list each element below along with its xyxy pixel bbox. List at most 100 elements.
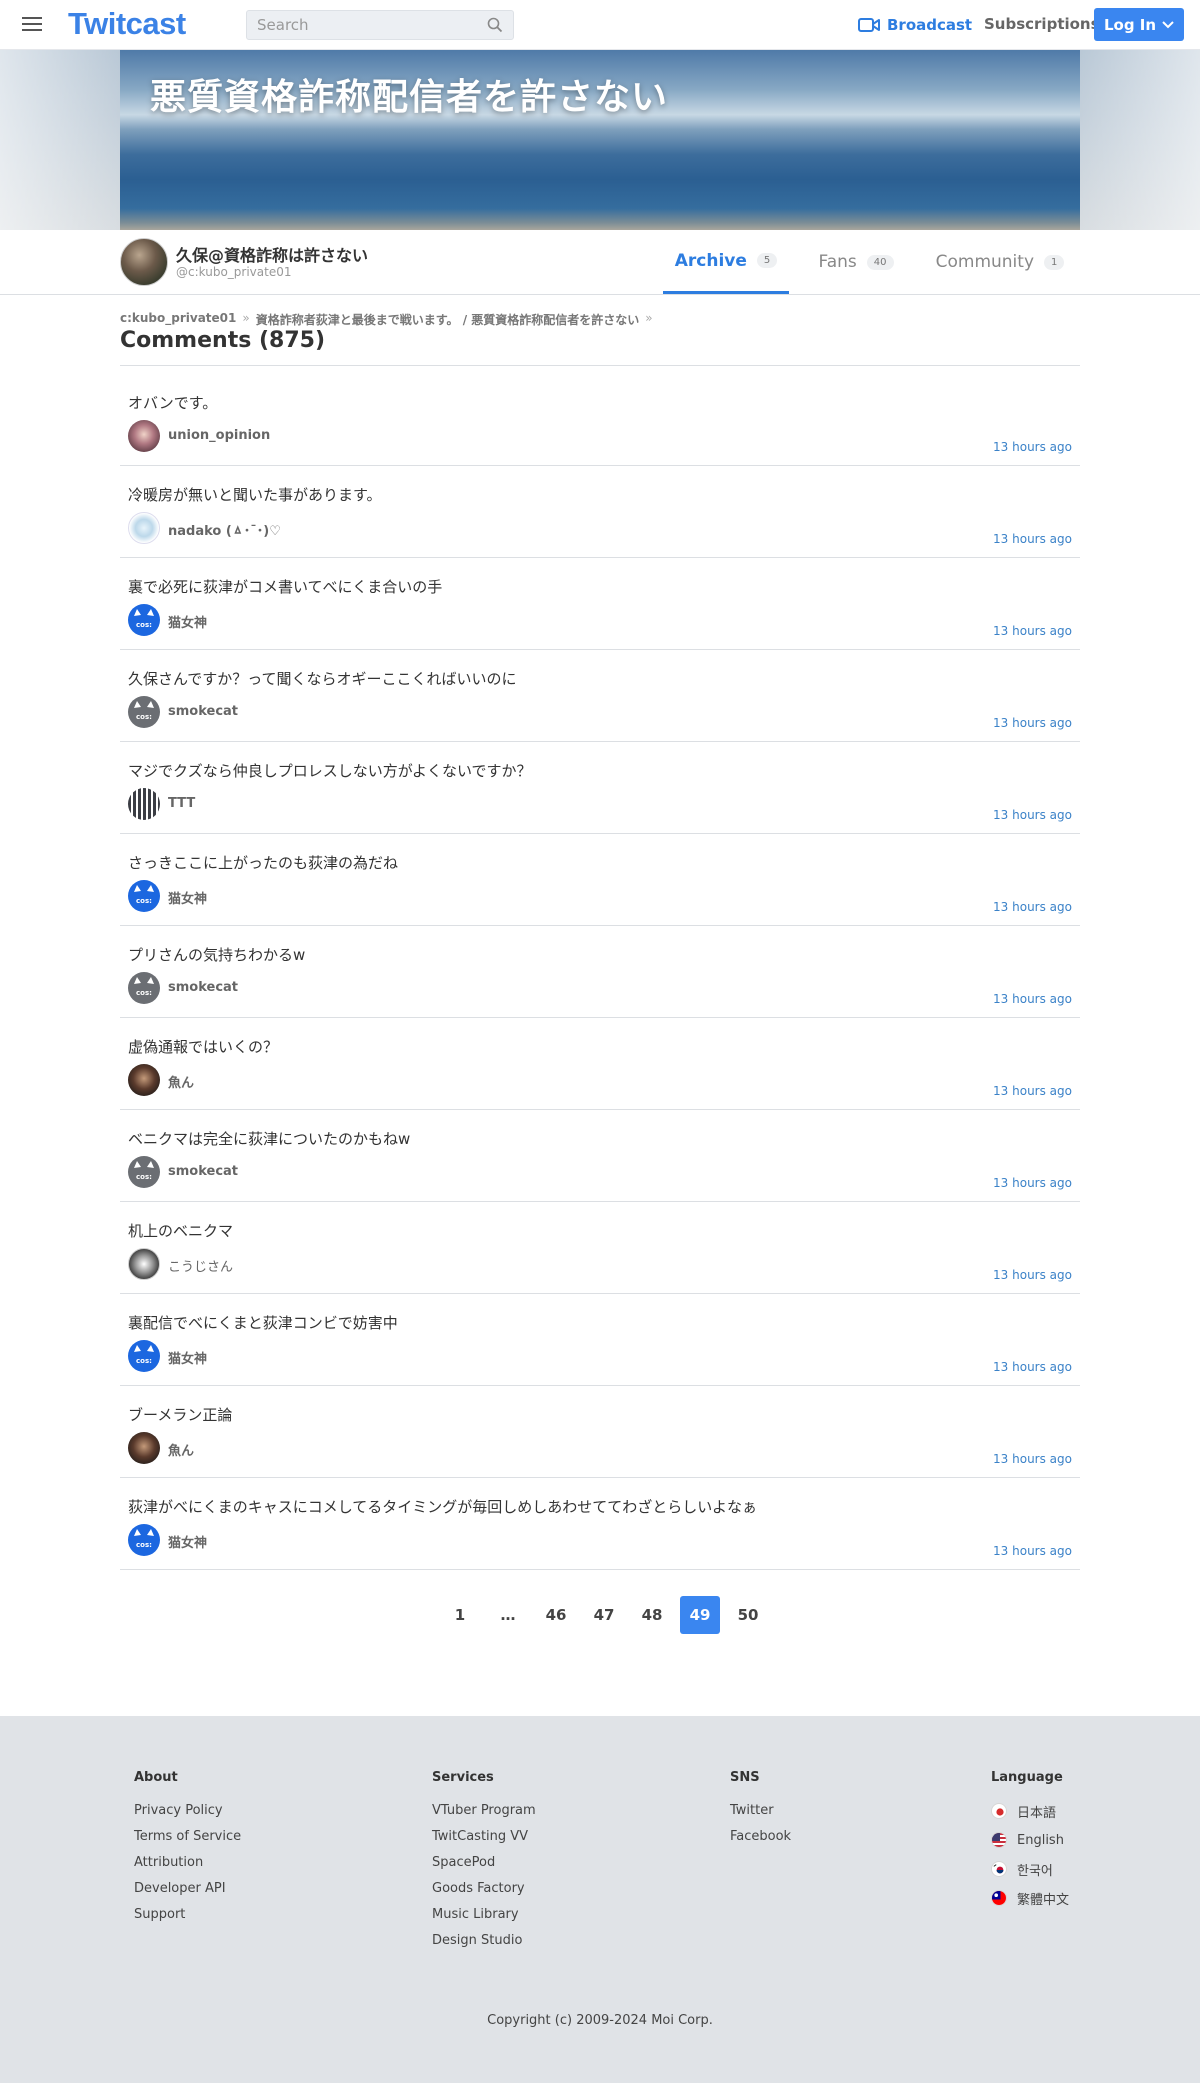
- breadcrumb-movie-link[interactable]: 資格詐称者荻津と最後まで戦います。 / 悪質資格詐称配信者を許さない: [256, 311, 640, 328]
- search-input[interactable]: [247, 11, 477, 39]
- commenter-name[interactable]: smokecat: [168, 1164, 238, 1179]
- search-icon[interactable]: [487, 17, 503, 33]
- page-ellipsis: …: [500, 1606, 516, 1624]
- comment-text: さっきここに上がったのも荻津の為だね: [128, 854, 399, 872]
- commenter-name[interactable]: 猫女神: [168, 612, 207, 631]
- language-label: 日本語: [1017, 1805, 1057, 1821]
- page-link-current[interactable]: 49: [680, 1596, 720, 1634]
- footer-link-twitter[interactable]: Twitter: [730, 1803, 791, 1819]
- avatar-badge: cos:: [136, 713, 152, 721]
- comment-text: 冷暖房が無いと聞いた事があります。: [128, 486, 382, 504]
- comment-item: 裏で必死に荻津がコメ書いてべにくま合いの手 cos: 猫女神 13 hours …: [120, 558, 1080, 650]
- footer-link[interactable]: Attribution: [134, 1855, 241, 1871]
- page-link[interactable]: 46: [536, 1596, 576, 1634]
- hamburger-menu-icon[interactable]: [20, 13, 44, 37]
- commenter-name[interactable]: nadako (ㅿ･¯･)♡: [168, 520, 281, 539]
- footer-link[interactable]: Goods Factory: [432, 1881, 536, 1897]
- commenter-name[interactable]: 猫女神: [168, 1532, 207, 1551]
- page-link[interactable]: 1: [440, 1596, 480, 1634]
- commenter-avatar[interactable]: cos:: [128, 604, 160, 636]
- footer-link[interactable]: Music Library: [432, 1907, 536, 1923]
- comment-timestamp[interactable]: 13 hours ago: [993, 992, 1072, 1006]
- footer: About Privacy Policy Terms of Service At…: [0, 1716, 1200, 2083]
- commenter-avatar[interactable]: cos:: [128, 1156, 160, 1188]
- breadcrumb-user-link[interactable]: c:kubo_private01: [120, 311, 236, 328]
- comment-timestamp[interactable]: 13 hours ago: [993, 440, 1072, 454]
- page-link[interactable]: 47: [584, 1596, 624, 1634]
- divider: [120, 365, 1080, 366]
- commenter-name[interactable]: smokecat: [168, 704, 238, 719]
- twitcast-logo[interactable]: Twitcast: [68, 6, 186, 42]
- profile-name[interactable]: 久保@資格詐称は許さない: [176, 242, 368, 266]
- commenter-avatar[interactable]: [128, 1432, 160, 1464]
- commenter-avatar[interactable]: cos:: [128, 1340, 160, 1372]
- cat-face-icon: [134, 1345, 154, 1352]
- language-option-ja[interactable]: 日本語: [991, 1803, 1069, 1821]
- comment-timestamp[interactable]: 13 hours ago: [993, 624, 1072, 638]
- footer-link[interactable]: Developer API: [134, 1881, 241, 1897]
- footer-link[interactable]: Privacy Policy: [134, 1803, 241, 1819]
- footer-link-facebook[interactable]: Facebook: [730, 1829, 791, 1845]
- commenter-avatar[interactable]: cos:: [128, 1524, 160, 1556]
- footer-link[interactable]: Terms of Service: [134, 1829, 241, 1845]
- cat-face-icon: [134, 701, 154, 708]
- footer-link[interactable]: VTuber Program: [432, 1803, 536, 1819]
- footer-link[interactable]: TwitCasting VV: [432, 1829, 536, 1845]
- comment-timestamp[interactable]: 13 hours ago: [993, 1360, 1072, 1374]
- comment-timestamp[interactable]: 13 hours ago: [993, 1268, 1072, 1282]
- language-option-zh-tw[interactable]: 繁體中文: [991, 1890, 1070, 1908]
- comment-text: プリさんの気持ちわかるw: [128, 946, 306, 964]
- comment-timestamp[interactable]: 13 hours ago: [993, 1544, 1072, 1558]
- comment-text: 久保さんですか？って聞くならオギーここくればいいのに: [128, 670, 517, 688]
- page-link[interactable]: 48: [632, 1596, 672, 1634]
- broadcast-button[interactable]: Broadcast: [858, 13, 972, 37]
- footer-link[interactable]: SpacePod: [432, 1855, 536, 1871]
- cat-face-icon: [134, 977, 154, 984]
- commenter-avatar[interactable]: cos:: [128, 972, 160, 1004]
- login-label: Log In: [1103, 15, 1157, 34]
- commenter-avatar[interactable]: [128, 420, 160, 452]
- footer-language: Language 日本語 English 한국어 繁體中文: [991, 1770, 1069, 1919]
- commenter-name[interactable]: こうじさん: [168, 1256, 233, 1275]
- page-link[interactable]: 50: [728, 1596, 768, 1634]
- footer-link[interactable]: Support: [134, 1907, 241, 1923]
- login-button[interactable]: Log In: [1094, 8, 1184, 41]
- tab-count: 40: [866, 254, 894, 270]
- comment-timestamp[interactable]: 13 hours ago: [993, 1452, 1072, 1466]
- commenter-name[interactable]: smokecat: [168, 980, 238, 995]
- top-header: Twitcast Broadcast Subscriptions Log In: [0, 0, 1200, 50]
- tab-fans[interactable]: Fans 40: [800, 230, 912, 294]
- commenter-name[interactable]: 魚ん: [168, 1072, 194, 1091]
- comment-text: 荻津がべにくまのキャスにコメしてるタイミングが毎回しめしあわせててわざとらしいよ…: [128, 1498, 757, 1516]
- commenter-name[interactable]: TTT: [168, 796, 195, 811]
- comment-timestamp[interactable]: 13 hours ago: [993, 808, 1072, 822]
- profile-bar: 久保@資格詐称は許さない @c:kubo_private01 Archive 5…: [0, 230, 1200, 295]
- tab-community[interactable]: Community 1: [930, 230, 1070, 294]
- language-option-en[interactable]: English: [991, 1832, 1069, 1848]
- comment-timestamp[interactable]: 13 hours ago: [993, 900, 1072, 914]
- commenter-avatar[interactable]: cos:: [128, 880, 160, 912]
- commenter-name[interactable]: union_opinion: [168, 428, 270, 443]
- footer-link[interactable]: Design Studio: [432, 1933, 536, 1949]
- comment-timestamp[interactable]: 13 hours ago: [993, 532, 1072, 546]
- commenter-avatar[interactable]: [128, 1064, 160, 1096]
- commenter-name[interactable]: 猫女神: [168, 888, 207, 907]
- banner-background: 悪質資格詐称配信者を許さない: [0, 50, 1200, 230]
- user-avatar[interactable]: [120, 238, 168, 286]
- commenter-name[interactable]: 猫女神: [168, 1348, 207, 1367]
- commenter-avatar[interactable]: [128, 1248, 160, 1280]
- commenter-avatar[interactable]: [128, 788, 160, 820]
- comment-item: プリさんの気持ちわかるw cos: smokecat 13 hours ago: [120, 926, 1080, 1018]
- comment-timestamp[interactable]: 13 hours ago: [993, 1176, 1072, 1190]
- comment-timestamp[interactable]: 13 hours ago: [993, 716, 1072, 730]
- commenter-name[interactable]: 魚ん: [168, 1440, 194, 1459]
- tab-archive[interactable]: Archive 5: [663, 230, 789, 294]
- comment-timestamp[interactable]: 13 hours ago: [993, 1084, 1072, 1098]
- comment-item: 机上のベニクマ こうじさん 13 hours ago: [120, 1202, 1080, 1294]
- commenter-avatar[interactable]: cos:: [128, 696, 160, 728]
- comment-text: 机上のベニクマ: [128, 1222, 234, 1240]
- language-option-ko[interactable]: 한국어: [991, 1861, 1069, 1879]
- subscriptions-link[interactable]: Subscriptions: [984, 15, 1100, 33]
- language-label: 繁體中文: [1017, 1892, 1070, 1908]
- commenter-avatar[interactable]: [128, 512, 160, 544]
